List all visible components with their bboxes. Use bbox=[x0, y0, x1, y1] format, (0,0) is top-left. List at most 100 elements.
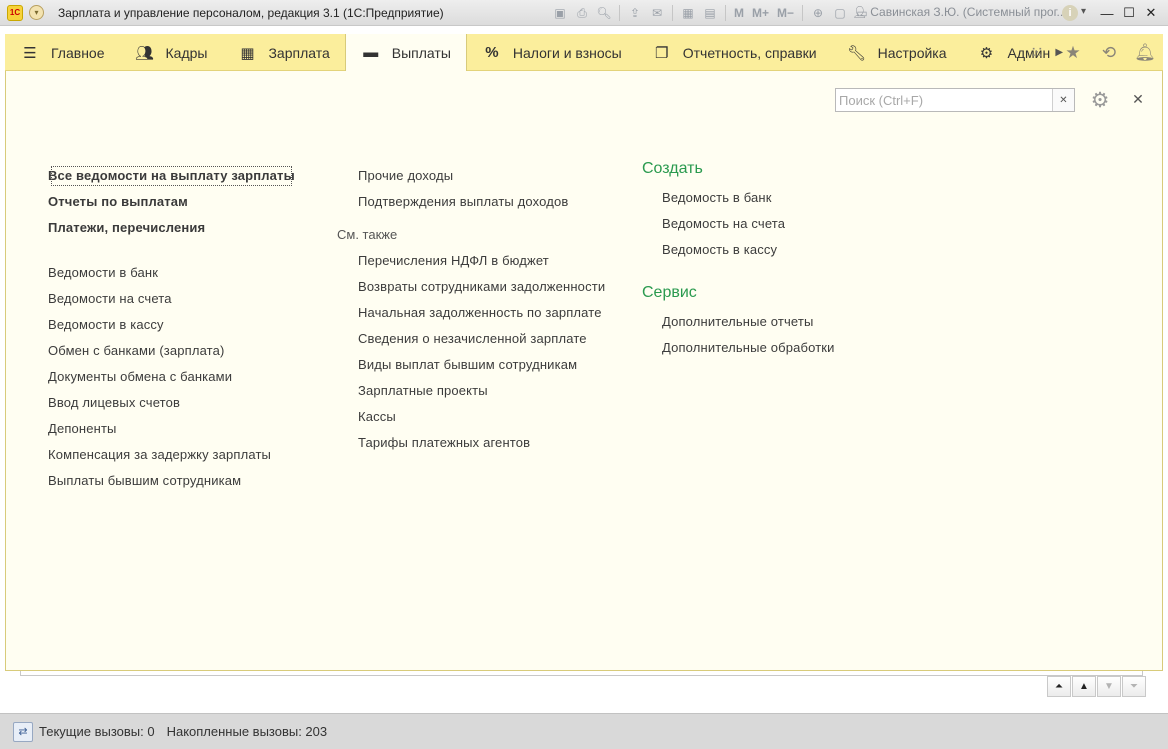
message-nav-buttons: ⏶ ▲ ▼ ⏷ bbox=[1047, 676, 1146, 697]
memory-button[interactable]: M bbox=[731, 4, 747, 22]
section-label: Кадры bbox=[165, 44, 208, 61]
link-former-employee-payments[interactable]: Выплаты бывшим сотрудникам bbox=[48, 468, 295, 494]
link-bank-statements[interactable]: Ведомости в банк bbox=[48, 260, 295, 286]
main-menu-button[interactable]: ▾ bbox=[29, 5, 44, 20]
first-arrow-icon[interactable]: ⏶ bbox=[1047, 676, 1071, 697]
link-agent-tariffs[interactable]: Тарифы платежных агентов bbox=[358, 430, 605, 456]
clear-search-button[interactable]: ✕ bbox=[1052, 89, 1074, 111]
user-name: Савинская З.Ю. (Системный прог... bbox=[870, 5, 1067, 19]
app-logo: 1С bbox=[7, 4, 23, 21]
section-label: Отчетность, справки bbox=[682, 44, 817, 61]
bell-icon[interactable]: 🔔︎ bbox=[1127, 34, 1163, 71]
user-icon: 👤︎ bbox=[852, 5, 868, 19]
server-calls-icon[interactable]: ⇄ bbox=[13, 721, 33, 742]
section-taxes[interactable]: % Налоги и взносы bbox=[467, 34, 637, 71]
calculator-icon: ▦ bbox=[240, 44, 255, 62]
window-title: Зарплата и управление персоналом, редакц… bbox=[58, 5, 444, 20]
gear-icon: ⚙ bbox=[979, 44, 994, 62]
upload-icon[interactable]: ⇪ bbox=[625, 4, 645, 22]
link-bank-exchange[interactable]: Обмен с банками (зарплата) bbox=[48, 338, 295, 364]
link-cash-desks[interactable]: Кассы bbox=[358, 404, 605, 430]
link-uncredited-salary[interactable]: Сведения о незачисленной зарплате bbox=[358, 326, 605, 352]
link-delay-compensation[interactable]: Компенсация за задержку зарплаты bbox=[48, 442, 295, 468]
column-navigation: Все ведомости на выплату зарплаты Отчеты… bbox=[48, 163, 295, 494]
close-window-button[interactable]: ✕ bbox=[1141, 3, 1161, 23]
save-icon[interactable]: ▣ bbox=[550, 4, 570, 22]
maximize-button[interactable]: ☐ bbox=[1119, 3, 1139, 23]
link-bank-exchange-docs[interactable]: Документы обмена с банками bbox=[48, 364, 295, 390]
messages-area bbox=[20, 671, 1143, 676]
memory-minus-button[interactable]: M− bbox=[774, 4, 797, 22]
link-create-cash-statement[interactable]: Ведомость в кассу bbox=[662, 237, 835, 263]
link-additional-reports[interactable]: Дополнительные отчеты bbox=[662, 309, 835, 335]
column-create-service: Создать Ведомость в банк Ведомость на сч… bbox=[642, 155, 835, 361]
panel-actions: ⁙ ★ ⟲ 🔔︎ bbox=[1019, 34, 1163, 71]
print-icon[interactable]: ⎙ bbox=[572, 4, 592, 22]
link-additional-processing[interactable]: Дополнительные обработки bbox=[662, 335, 835, 361]
up-arrow-icon[interactable]: ▲ bbox=[1072, 676, 1096, 697]
window-icon[interactable]: ▢ bbox=[830, 4, 850, 22]
last-arrow-icon[interactable]: ⏷ bbox=[1122, 676, 1146, 697]
section-reports[interactable]: ❐ Отчетность, справки bbox=[637, 34, 832, 71]
current-user[interactable]: 👤︎ Савинская З.Ю. (Системный прог... bbox=[852, 5, 1067, 19]
section-main[interactable]: ☰ Главное bbox=[5, 34, 120, 71]
percent-icon: % bbox=[485, 44, 499, 61]
service-heading: Сервис bbox=[642, 284, 697, 301]
section-label: Настройка bbox=[877, 44, 947, 61]
link-account-statements[interactable]: Ведомости на счета bbox=[48, 286, 295, 312]
section-label: Выплаты bbox=[391, 44, 451, 61]
zoom-icon[interactable]: ⊕ bbox=[808, 4, 828, 22]
settings-gear-icon[interactable]: ⚙ bbox=[1086, 87, 1114, 113]
link-other-income[interactable]: Прочие доходы bbox=[358, 163, 605, 189]
section-salary[interactable]: ▦ Зарплата bbox=[222, 34, 344, 71]
search-box: ✕ bbox=[835, 88, 1075, 112]
link-payments-transfers[interactable]: Платежи, перечисления bbox=[48, 215, 295, 241]
down-arrow-icon[interactable]: ▼ bbox=[1097, 676, 1121, 697]
chevron-down-icon[interactable]: ▾ bbox=[1081, 6, 1086, 17]
title-toolbar: ▣ ⎙ 🔍︎ ⇪ ✉ ▦ ▤ M M+ M− ⊕ ▢ ▭ bbox=[550, 4, 872, 22]
link-create-account-statement[interactable]: Ведомость на счета bbox=[662, 211, 835, 237]
grid-icon[interactable]: ⁙ bbox=[1019, 34, 1055, 71]
memory-plus-button[interactable]: M+ bbox=[749, 4, 772, 22]
link-ndfl-transfers[interactable]: Перечисления НДФЛ в бюджет bbox=[358, 248, 605, 274]
wrench-icon: 🔧︎ bbox=[847, 44, 867, 62]
link-initial-debt[interactable]: Начальная задолженность по зарплате bbox=[358, 300, 605, 326]
link-salary-projects[interactable]: Зарплатные проекты bbox=[358, 378, 605, 404]
status-bar: ⇄ Текущие вызовы: 0 Накопленные вызовы: … bbox=[0, 713, 1168, 749]
link-personal-accounts[interactable]: Ввод лицевых счетов bbox=[48, 390, 295, 416]
link-income-confirmations[interactable]: Подтверждения выплаты доходов bbox=[358, 189, 605, 215]
toolbar-separator bbox=[802, 5, 804, 21]
section-label: Зарплата bbox=[268, 44, 330, 61]
calculator-icon[interactable]: ▦ bbox=[678, 4, 698, 22]
link-former-payment-types[interactable]: Виды выплат бывшим сотрудникам bbox=[358, 352, 605, 378]
info-icon[interactable]: i bbox=[1062, 5, 1078, 21]
section-label: Главное bbox=[51, 44, 105, 61]
link-deponents[interactable]: Депоненты bbox=[48, 416, 295, 442]
preview-icon[interactable]: 🔍︎ bbox=[594, 4, 614, 22]
menu-icon: ☰ bbox=[23, 44, 37, 62]
title-bar: 1С ▾ Зарплата и управление персоналом, р… bbox=[0, 0, 1168, 26]
link-create-bank-statement[interactable]: Ведомость в банк bbox=[662, 185, 835, 211]
link-all-payrolls[interactable]: Все ведомости на выплату зарплаты bbox=[48, 163, 295, 189]
toolbar-separator bbox=[672, 5, 673, 21]
accumulated-calls: Накопленные вызовы: 203 bbox=[166, 724, 328, 739]
column-other: Прочие доходы Подтверждения выплаты дохо… bbox=[337, 163, 605, 456]
calendar-icon[interactable]: ▤ bbox=[700, 4, 720, 22]
link-cash-statements[interactable]: Ведомости в кассу bbox=[48, 312, 295, 338]
link-payment-reports[interactable]: Отчеты по выплатам bbox=[48, 189, 295, 215]
reports-icon: ❐ bbox=[654, 44, 669, 62]
mail-icon[interactable]: ✉ bbox=[647, 4, 667, 22]
minimize-button[interactable]: — bbox=[1097, 3, 1117, 23]
create-heading: Создать bbox=[642, 160, 703, 177]
section-hr[interactable]: 👥︎ Кадры bbox=[120, 34, 223, 71]
history-icon[interactable]: ⟲ bbox=[1091, 34, 1127, 71]
star-icon[interactable]: ★ bbox=[1055, 34, 1091, 71]
section-settings[interactable]: 🔧︎ Настройка bbox=[832, 34, 962, 71]
toolbar-separator bbox=[619, 5, 620, 21]
search-input[interactable] bbox=[836, 89, 1052, 111]
close-section-button[interactable]: ✕ bbox=[1130, 90, 1146, 108]
link-debt-returns[interactable]: Возвраты сотрудниками задолженности bbox=[358, 274, 605, 300]
section-payments[interactable]: ▬ Выплаты bbox=[344, 34, 467, 71]
